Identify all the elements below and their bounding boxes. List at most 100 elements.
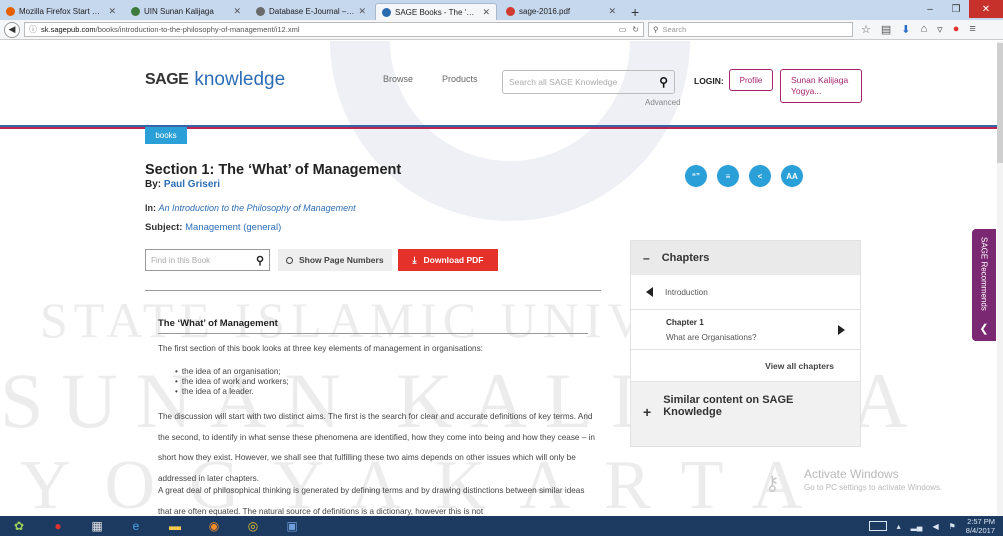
close-tab-icon[interactable]: ✕ [108, 6, 116, 17]
chrome-icon[interactable]: ◎ [244, 519, 262, 534]
list-item: the idea of a leader. [175, 387, 289, 397]
tab-label: Database E-Journal – PERPUSTA [269, 7, 354, 16]
url-bar[interactable]: ⓘ sk.sagepub.com/books/introduction-to-t… [24, 22, 644, 37]
activate-subtitle: Go to PC settings to activate Windows. [804, 483, 943, 492]
flag-icon[interactable]: ⚑ [949, 522, 956, 531]
sage-recommends-tab[interactable]: SAGE Recommends ❮ [972, 229, 996, 341]
clock-time: 2:57 PM [967, 517, 995, 526]
content-type-tag[interactable]: books [145, 127, 187, 144]
page-title: Section 1: The ‘What’ of Management [145, 162, 402, 178]
minimize-button[interactable]: – [917, 0, 943, 18]
file-explorer-icon[interactable]: ▬ [166, 519, 184, 534]
url-text: sk.sagepub.com/books/introduction-to-the… [41, 25, 613, 34]
browser-tab[interactable]: sage-2016.pdf ✕ [500, 3, 622, 20]
browser-tab[interactable]: Database E-Journal – PERPUSTA ✕ [250, 3, 372, 20]
author-link[interactable]: Paul Griseri [164, 179, 220, 190]
section-heading: The ‘What’ of Management [158, 318, 278, 329]
subject-link[interactable]: Management (general) [185, 222, 281, 233]
logo-sage: SAGE [145, 71, 189, 88]
clock-date: 8/4/2017 [965, 526, 995, 535]
menu-icon[interactable]: ≡ [969, 23, 975, 36]
divider [145, 290, 601, 291]
view-all-chapters-link[interactable]: View all chapters [631, 350, 860, 382]
firefox-icon[interactable]: ◉ [205, 519, 223, 534]
maximize-button[interactable]: ❐ [943, 0, 969, 18]
bookmark-star-icon[interactable]: ☆ [861, 23, 871, 36]
chevron-up-icon[interactable]: ▴ [897, 522, 901, 531]
subject-label: Subject: [145, 222, 183, 233]
search-icon[interactable]: ⚲ [659, 75, 668, 89]
arrow-left-icon: ◀ [8, 24, 16, 34]
text-size-icon[interactable]: AA [781, 165, 803, 187]
share-icon[interactable]: < [749, 165, 771, 187]
institution-button[interactable]: Sunan Kalijaga Yogya... [780, 69, 862, 103]
word-icon[interactable]: ▣ [283, 519, 301, 534]
reader-view-icon[interactable]: ▭ [619, 25, 627, 34]
browser-tab-active[interactable]: SAGE Books - The 'What' of✕ [375, 3, 497, 20]
similar-content-toggle[interactable]: + Similar content on SAGE Knowledge [631, 382, 860, 430]
divider [158, 333, 588, 334]
chapters-panel: – Chapters Introduction Chapter 1 What ar… [630, 240, 861, 447]
chevron-left-icon: ❮ [979, 323, 989, 335]
sage-knowledge-logo[interactable]: SAGE knowledge [145, 69, 285, 91]
close-tab-icon[interactable]: ✕ [482, 7, 490, 18]
pocket-icon[interactable]: ▿ [937, 23, 943, 36]
subject-line: Subject: Management (general) [145, 222, 281, 233]
url-path: /books/introduction-to-the-philosophy-of… [95, 25, 300, 34]
watermark-logo [330, 41, 690, 221]
show-page-numbers-button[interactable]: Show Page Numbers [278, 249, 392, 271]
bookmarks-list-icon[interactable]: ▤ [881, 23, 891, 36]
list-item: the idea of an organisation; [175, 367, 289, 377]
profile-button[interactable]: Profile [729, 69, 773, 91]
internet-explorer-icon[interactable]: e [127, 519, 145, 534]
search-placeholder: Search [662, 25, 687, 34]
tab-label: UIN Sunan Kalijaga [144, 7, 214, 16]
cite-icon[interactable]: “” [685, 165, 707, 187]
window-controls: – ❐ ✕ [917, 0, 1003, 18]
activate-title: Activate Windows [804, 467, 899, 481]
volume-icon[interactable]: ◀ [932, 522, 938, 531]
calendar-icon[interactable]: ▦ [88, 519, 106, 534]
advanced-search-link[interactable]: Advanced [645, 98, 681, 107]
close-tab-icon[interactable]: ✕ [608, 6, 616, 17]
browser-search-input[interactable]: ⚲ Search [648, 22, 853, 37]
close-tab-icon[interactable]: ✕ [358, 6, 366, 17]
keyboard-icon[interactable] [868, 521, 887, 531]
new-tab-button[interactable]: + [625, 3, 645, 20]
page-scrollbar[interactable] [997, 41, 1003, 516]
search-icon[interactable]: ⚲ [256, 254, 264, 267]
close-tab-icon[interactable]: ✕ [233, 6, 241, 17]
nav-products[interactable]: Products [442, 74, 478, 84]
previous-chapter-link[interactable]: Introduction [631, 275, 860, 310]
find-in-book-input[interactable]: Find in this Book ⚲ [145, 249, 270, 271]
chapters-header[interactable]: – Chapters [631, 241, 860, 275]
browser-tab-bar: Mozilla Firefox Start Page ✕ UIN Sunan Ka… [0, 0, 1003, 20]
opera-icon[interactable]: ● [49, 519, 67, 534]
nav-browse[interactable]: Browse [383, 74, 413, 84]
book-source: In: An Introduction to the Philosophy of… [145, 203, 356, 213]
find-placeholder: Find in this Book [151, 255, 211, 265]
network-icon[interactable]: ▂▄ [911, 522, 923, 531]
addon-icon[interactable]: ● [953, 23, 960, 36]
book-title-link[interactable]: An Introduction to the Philosophy of Man… [159, 203, 356, 213]
close-window-button[interactable]: ✕ [969, 0, 1003, 18]
browser-tab[interactable]: UIN Sunan Kalijaga ✕ [125, 3, 247, 20]
start-icon[interactable]: ✿ [10, 519, 28, 534]
reload-icon[interactable]: ↻ [632, 25, 639, 34]
download-pdf-button[interactable]: ⤓ Download PDF [398, 249, 498, 271]
add-to-list-icon[interactable]: ≡ [717, 165, 739, 187]
paragraph: A great deal of philosophical thinking i… [158, 486, 585, 516]
show-page-numbers-label: Show Page Numbers [299, 255, 384, 265]
back-button[interactable]: ◀ [4, 21, 20, 38]
browser-tab[interactable]: Mozilla Firefox Start Page ✕ [0, 3, 122, 20]
next-chapter-link[interactable]: Chapter 1 What are Organisations? [631, 310, 860, 350]
scrollbar-thumb[interactable] [997, 43, 1003, 163]
paragraph: The first section of this book looks at … [158, 344, 483, 353]
sage-icon [382, 7, 391, 17]
system-tray: ▴ ▂▄ ◀ ⚑ 2:57 PM 8/4/2017 [868, 516, 995, 536]
windows-taskbar: ✿ ● ▦ e ▬ ◉ ◎ ▣ ▴ ▂▄ ◀ ⚑ 2:57 PM 8/4/201… [0, 516, 1003, 536]
clock[interactable]: 2:57 PM 8/4/2017 [966, 517, 995, 535]
site-search-input[interactable]: Search all SAGE Knowledge ⚲ [502, 70, 675, 94]
download-icon[interactable]: ⬇ [901, 23, 910, 36]
home-icon[interactable]: ⌂ [921, 23, 928, 36]
